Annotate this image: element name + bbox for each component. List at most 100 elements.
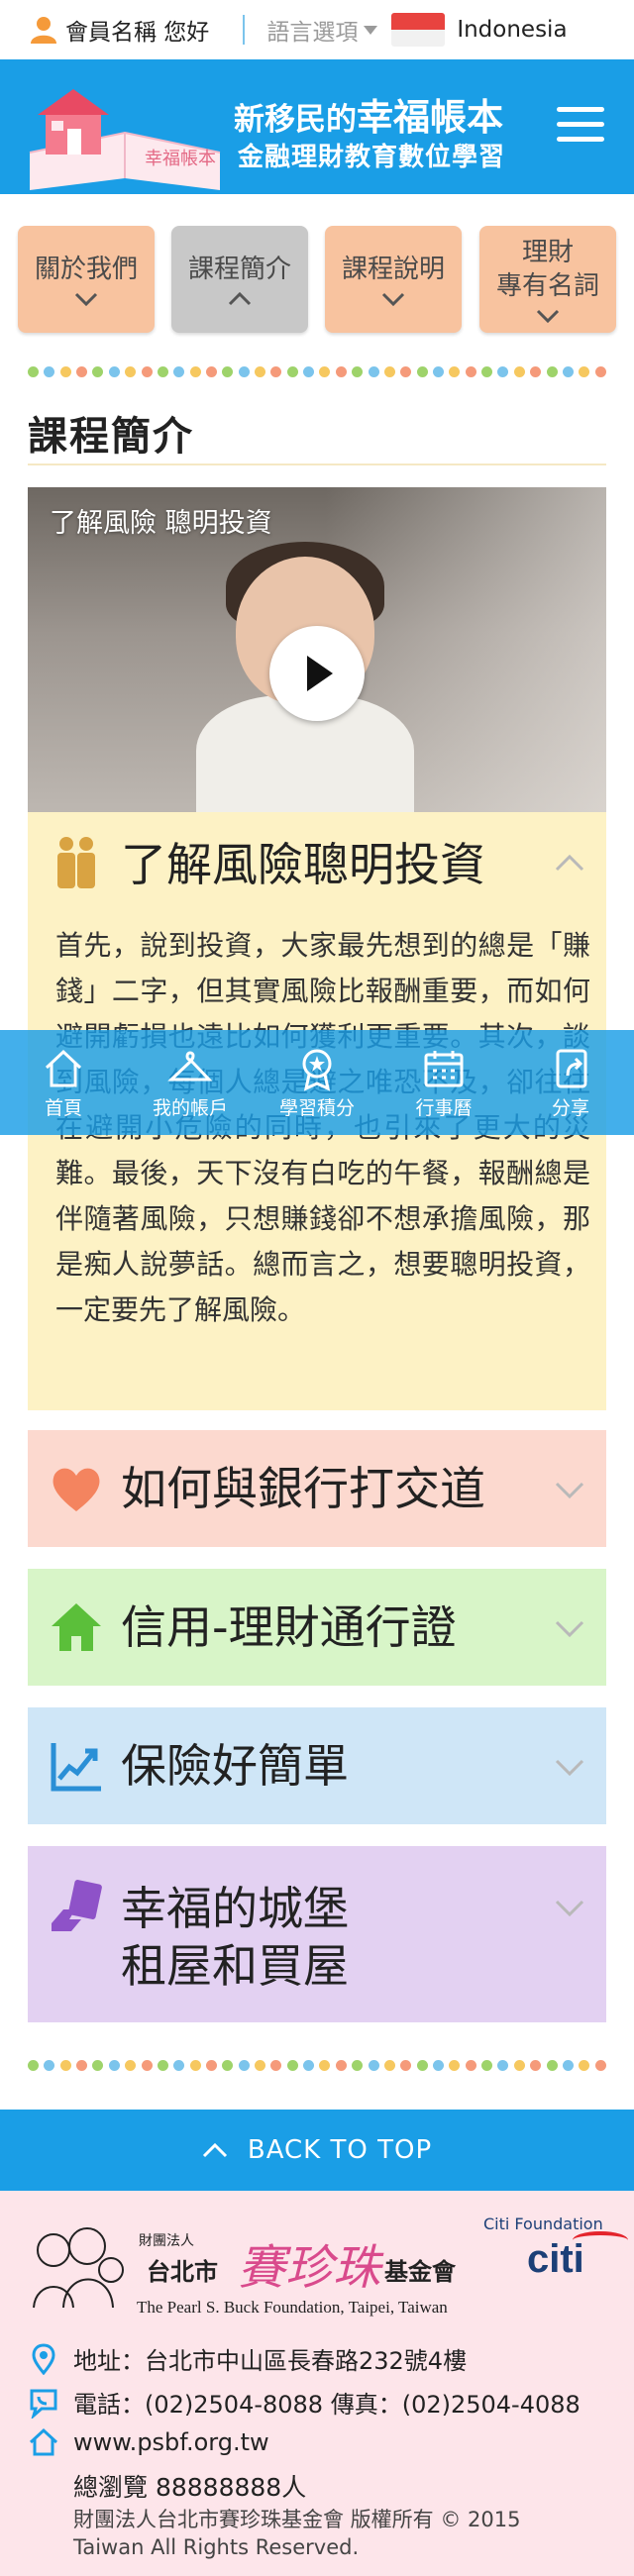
language-label[interactable]: 語言選項 (266, 13, 358, 47)
divider-dot (352, 2060, 364, 2071)
divider-dot (579, 2060, 590, 2071)
divider-dot (270, 2060, 282, 2071)
chart-line-icon (51, 1743, 101, 1792)
chevron-up-icon[interactable] (555, 854, 584, 872)
divider-dot (562, 2060, 574, 2071)
top-bar: 會員名稱 您好 語言選項 Indonesia (0, 0, 634, 59)
site-subtitle: 金融理財教育數位學習 (238, 143, 506, 172)
play-button-icon[interactable] (269, 626, 365, 721)
divider-dot (76, 2060, 88, 2071)
divider-dot (92, 366, 104, 377)
accordion-header[interactable]: 了解風險聰明投資 (28, 812, 606, 911)
divider-dot (530, 366, 542, 377)
divider-dot (189, 366, 201, 377)
divider-dot (400, 2060, 412, 2071)
tab-finance-glossary[interactable]: 理財 專有名詞 (479, 226, 616, 333)
divider-dot (383, 2060, 395, 2071)
divider-dot (432, 2060, 444, 2071)
accordion-title: 保險好簡單 (121, 1739, 349, 1793)
dotted-divider (28, 366, 606, 380)
accordion-renting-buying-home[interactable]: 幸福的城堡 租屋和買屋 (28, 1846, 606, 2022)
divider-dot (76, 366, 88, 377)
divider-dot (416, 2060, 428, 2071)
phone-chat-icon (30, 2389, 57, 2419)
citi-foundation-logo[interactable]: Citi Foundation citi (483, 2215, 628, 2282)
divider-dot (173, 2060, 185, 2071)
dotted-divider (28, 2060, 606, 2074)
page-title: 課程簡介 (28, 414, 194, 460)
course-tabs: 關於我們 課程簡介 課程說明 理財 專有名詞 (0, 194, 634, 353)
indonesia-flag-icon (391, 13, 446, 47)
chevron-up-icon (228, 292, 252, 306)
share-icon (556, 1049, 587, 1087)
accordion-insurance[interactable]: 保險好簡單 (28, 1707, 606, 1824)
video-caption: 了解風險 聰明投資 (50, 508, 272, 539)
divider-dot (449, 2060, 461, 2071)
dropdown-caret-icon[interactable] (364, 25, 378, 35)
divider-dot (205, 366, 217, 377)
visit-counter: 總瀏覽 88888888人 (73, 2473, 307, 2502)
divider-dot (141, 2060, 153, 2071)
divider-dot (238, 2060, 250, 2071)
heart-icon (53, 1468, 100, 1511)
people-icon (57, 837, 95, 888)
tab-course-description[interactable]: 課程說明 (325, 226, 462, 333)
user-greeting[interactable]: 會員名稱 您好 (28, 13, 209, 47)
divider-dot (465, 366, 476, 377)
divider-dot (546, 366, 558, 377)
divider-dot (108, 2060, 120, 2071)
tab-course-intro[interactable]: 課程簡介 (171, 226, 308, 333)
divider-dot (497, 366, 509, 377)
nav-learning-points[interactable]: 學習積分 (254, 1030, 380, 1135)
book-house-logo[interactable]: 幸福帳本 (26, 83, 224, 194)
divider-dot (432, 366, 444, 377)
chevron-up-icon (202, 2142, 227, 2158)
accordion-dealing-with-banks[interactable]: 如何與銀行打交道 (28, 1430, 606, 1547)
address-row: 地址：台北市中山區長春路232號4樓 (28, 2341, 467, 2376)
location-pin-icon (32, 2342, 55, 2375)
divider-dot (28, 366, 39, 377)
title-underline (28, 464, 606, 465)
divider-dot (465, 2060, 476, 2071)
course-video[interactable]: 了解風險 聰明投資 (28, 487, 606, 812)
divider-dot (400, 366, 412, 377)
nav-calendar[interactable]: 行事曆 (380, 1030, 507, 1135)
divider-dot (383, 366, 395, 377)
divider-dot (303, 366, 315, 377)
divider (243, 15, 246, 45)
website-link[interactable]: www.psbf.org.tw (73, 2428, 269, 2456)
foundation-logo[interactable]: 財團法人 台北市 賽珍珠 基金會 The Pearl S. Buck Found… (28, 2213, 464, 2321)
divider-dot (255, 2060, 266, 2071)
website-row[interactable]: www.psbf.org.tw (28, 2426, 269, 2458)
divider-dot (286, 2060, 298, 2071)
chevron-down-icon (555, 1900, 584, 1917)
logo-book-text: 幸福帳本 (145, 149, 216, 169)
nav-share[interactable]: 分享 (507, 1030, 634, 1135)
hand-card-icon (52, 1880, 102, 1931)
divider-dot (59, 366, 71, 377)
accordion-title: 了解風險聰明投資 (121, 838, 485, 891)
accordion-credit-pass[interactable]: 信用-理財通行證 (28, 1569, 606, 1686)
divider-dot (189, 2060, 201, 2071)
divider-dot (368, 2060, 379, 2071)
divider-dot (92, 2060, 104, 2071)
foundation-portrait-logo (33, 2227, 124, 2309)
back-to-top-button[interactable]: BACK TO TOP (0, 2110, 634, 2191)
divider-dot (546, 2060, 558, 2071)
divider-dot (222, 366, 234, 377)
language-select-value[interactable]: Indonesia (457, 17, 567, 43)
site-header: 幸福帳本 新移民的幸福帳本 金融理財教育數位學習 (0, 59, 634, 194)
hanger-icon (167, 1050, 213, 1081)
nav-my-account[interactable]: 我的帳戶 (127, 1030, 254, 1135)
copyright-text: 財團法人台北市賽珍珠基金會 版權所有 © 2015 Taiwan All Rig… (73, 2508, 521, 2559)
chevron-down-icon (555, 1759, 584, 1777)
chevron-down-icon (555, 1482, 584, 1499)
home-icon (29, 2427, 58, 2456)
nav-home[interactable]: 首頁 (0, 1030, 127, 1135)
chevron-down-icon (555, 1620, 584, 1638)
tab-about-us[interactable]: 關於我們 (18, 226, 155, 333)
divider-dot (594, 366, 606, 377)
hamburger-menu-icon[interactable] (557, 107, 604, 147)
greeting-text: 會員名稱 您好 (65, 20, 210, 46)
chevron-down-icon (381, 292, 405, 306)
